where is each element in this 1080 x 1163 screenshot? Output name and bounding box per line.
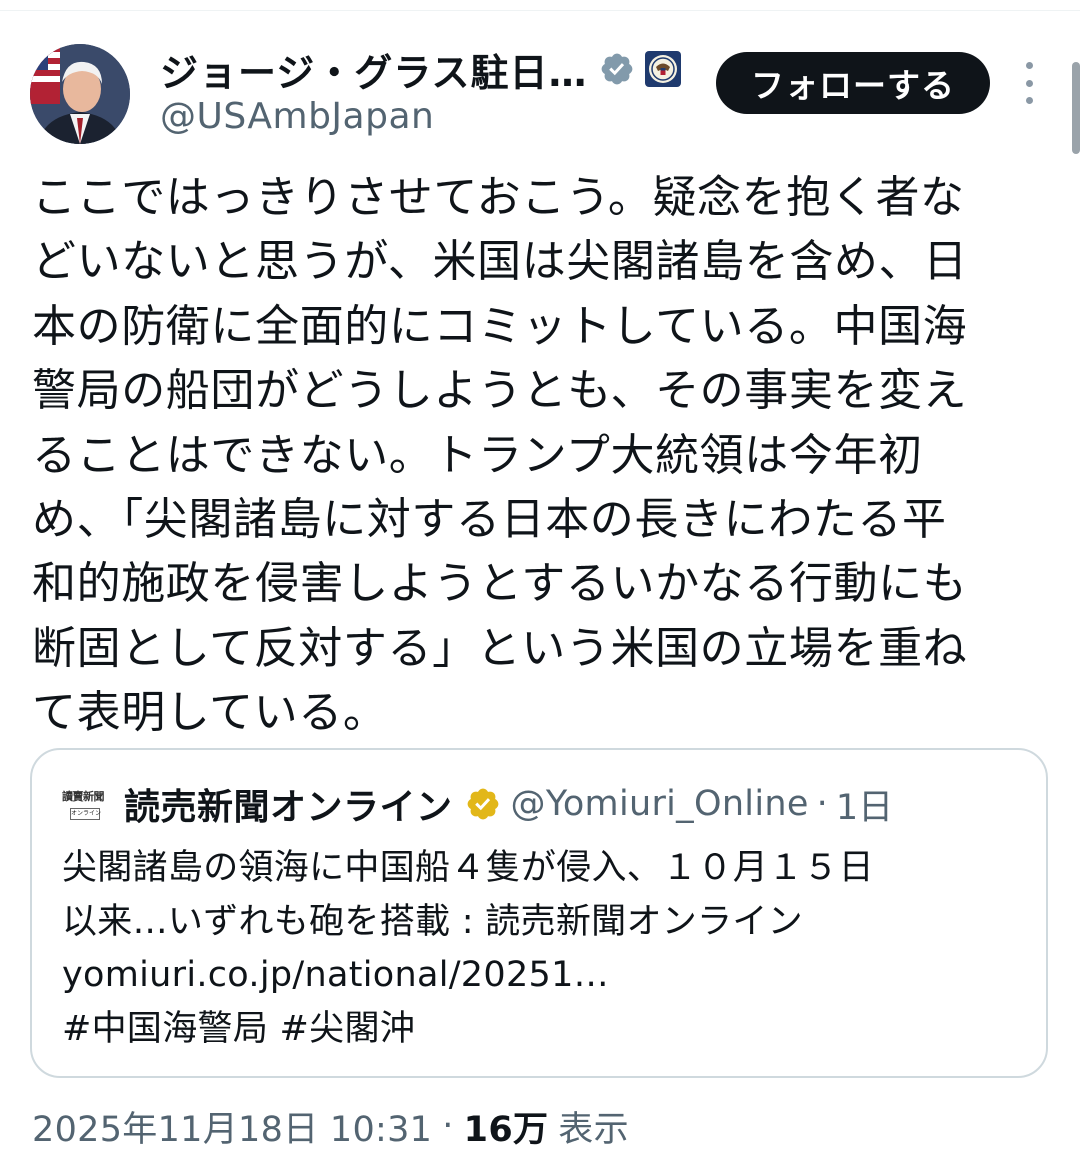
quoted-avatar-subtext: オンライン: [70, 808, 101, 820]
author-handle[interactable]: @USAmbJapan: [160, 96, 700, 137]
meta-separator: ·: [442, 1106, 454, 1146]
author-block: ジョージ・グラス駐日… @USAmbJapan: [160, 42, 700, 137]
avatar-image: [30, 44, 130, 144]
more-dot: [1025, 62, 1033, 69]
quoted-separator: ·: [816, 784, 828, 824]
views-count: 16万: [463, 1109, 549, 1150]
more-dot: [1025, 79, 1033, 87]
name-row: ジョージ・グラス駐日…: [160, 42, 700, 96]
state-department-seal-icon[interactable]: [645, 51, 682, 87]
quoted-tweet-text: 尖閣諸島の領海に中国船４隻が侵入、１０月１５日 以来…いずれも砲を搭載 : 読売…: [62, 848, 874, 1049]
more-options-icon[interactable]: [1016, 62, 1042, 104]
views-label: 表示: [558, 1109, 629, 1150]
quoted-handle[interactable]: @Yomiuri_Online: [511, 784, 809, 824]
verified-badge-icon[interactable]: [599, 51, 635, 87]
verified-gold-badge-icon[interactable]: [465, 786, 501, 822]
quoted-display-name[interactable]: 読売新聞オンライン: [124, 778, 453, 830]
quoted-avatar-logo[interactable]: 讀賣新聞 オンライン: [62, 782, 106, 826]
tweet: ジョージ・グラス駐日… @USAmbJapan フォローする ここではっきりさせ…: [0, 0, 1080, 1163]
quoted-avatar-text: 讀賣新聞: [62, 790, 105, 803]
follow-button[interactable]: フォローする: [716, 52, 990, 114]
timestamp[interactable]: 2025年11月18日 10:31: [32, 1101, 432, 1152]
more-dot: [1025, 97, 1033, 104]
tweet-text: ここではっきりさせておこう。疑念を抱く者な どいないと思うが、米国は尖閣諸島を含…: [32, 172, 968, 739]
avatar[interactable]: [30, 44, 130, 144]
display-name[interactable]: ジョージ・グラス駐日…: [160, 42, 587, 97]
tweet-meta: 2025年11月18日 10:31 · 16万 表示: [32, 1100, 1052, 1152]
quoted-tweet-card[interactable]: 讀賣新聞 オンライン 読売新聞オンライン @Yomiuri_Online · 1…: [30, 748, 1048, 1078]
quoted-tweet-header: 讀賣新聞 オンライン 読売新聞オンライン @Yomiuri_Online · 1…: [62, 776, 1032, 832]
quoted-time[interactable]: 1日: [836, 779, 893, 830]
